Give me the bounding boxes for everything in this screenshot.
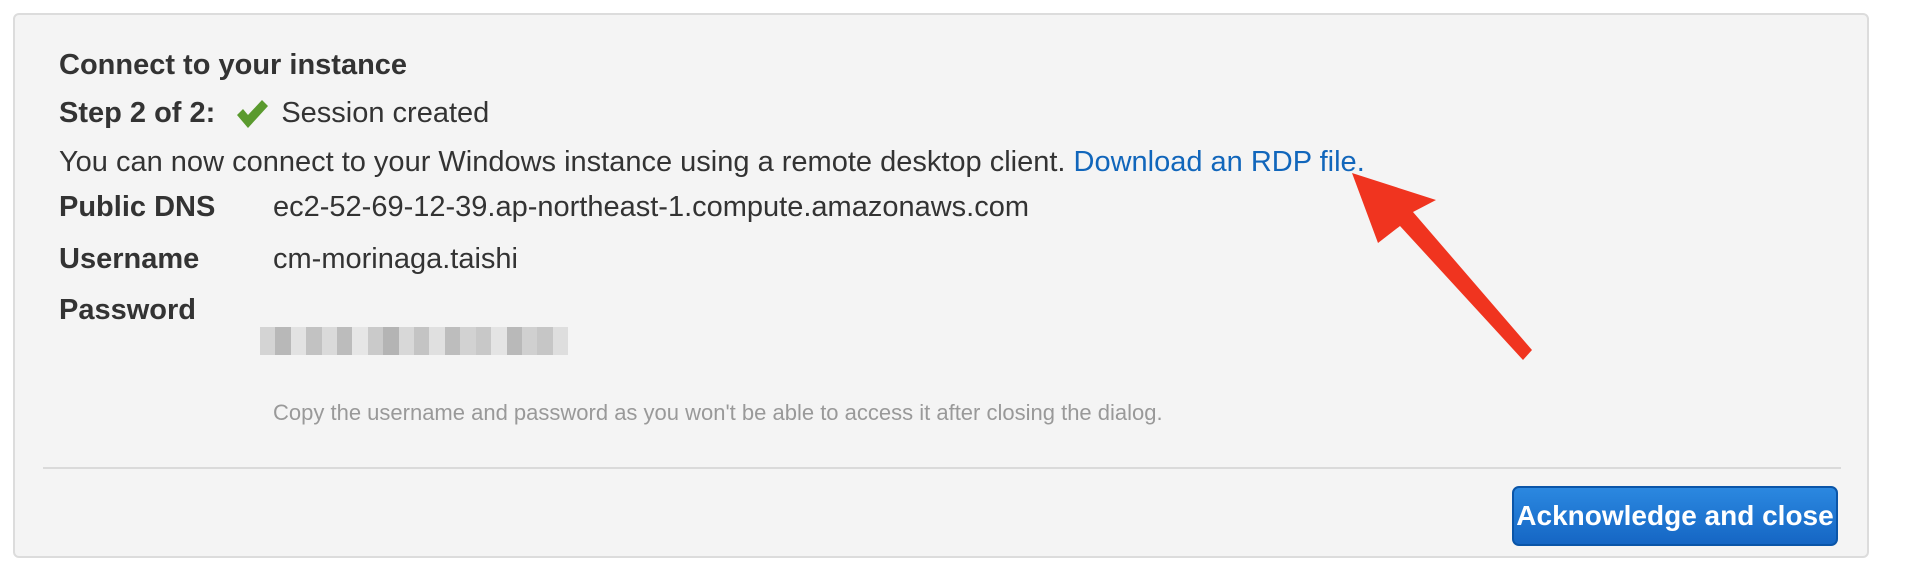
password-label: Password [59, 294, 196, 326]
check-icon [235, 99, 269, 129]
copy-hint: Copy the username and password as you wo… [273, 400, 1163, 425]
download-rdp-link[interactable]: Download an RDP file. [1074, 146, 1365, 178]
description: You can now connect to your Windows inst… [59, 146, 1365, 179]
step-status: Session created [281, 97, 490, 129]
dialog-title: Connect to your instance [59, 49, 408, 81]
acknowledge-close-button[interactable]: Acknowledge and close [1512, 486, 1838, 546]
password-value-redacted [260, 327, 569, 355]
public-dns-label: Public DNS [59, 191, 216, 223]
username-value: cm-morinaga.taishi [273, 243, 518, 275]
step-indicator: Step 2 of 2: Session created [59, 97, 489, 130]
username-label: Username [59, 243, 200, 275]
footer-divider [43, 467, 1841, 469]
description-text: You can now connect to your Windows inst… [59, 146, 1074, 178]
public-dns-value: ec2-52-69-12-39.ap-northeast-1.compute.a… [273, 191, 1030, 223]
step-label: Step 2 of 2: [59, 97, 216, 129]
connect-dialog: Connect to your instance Step 2 of 2: Se… [13, 13, 1869, 558]
